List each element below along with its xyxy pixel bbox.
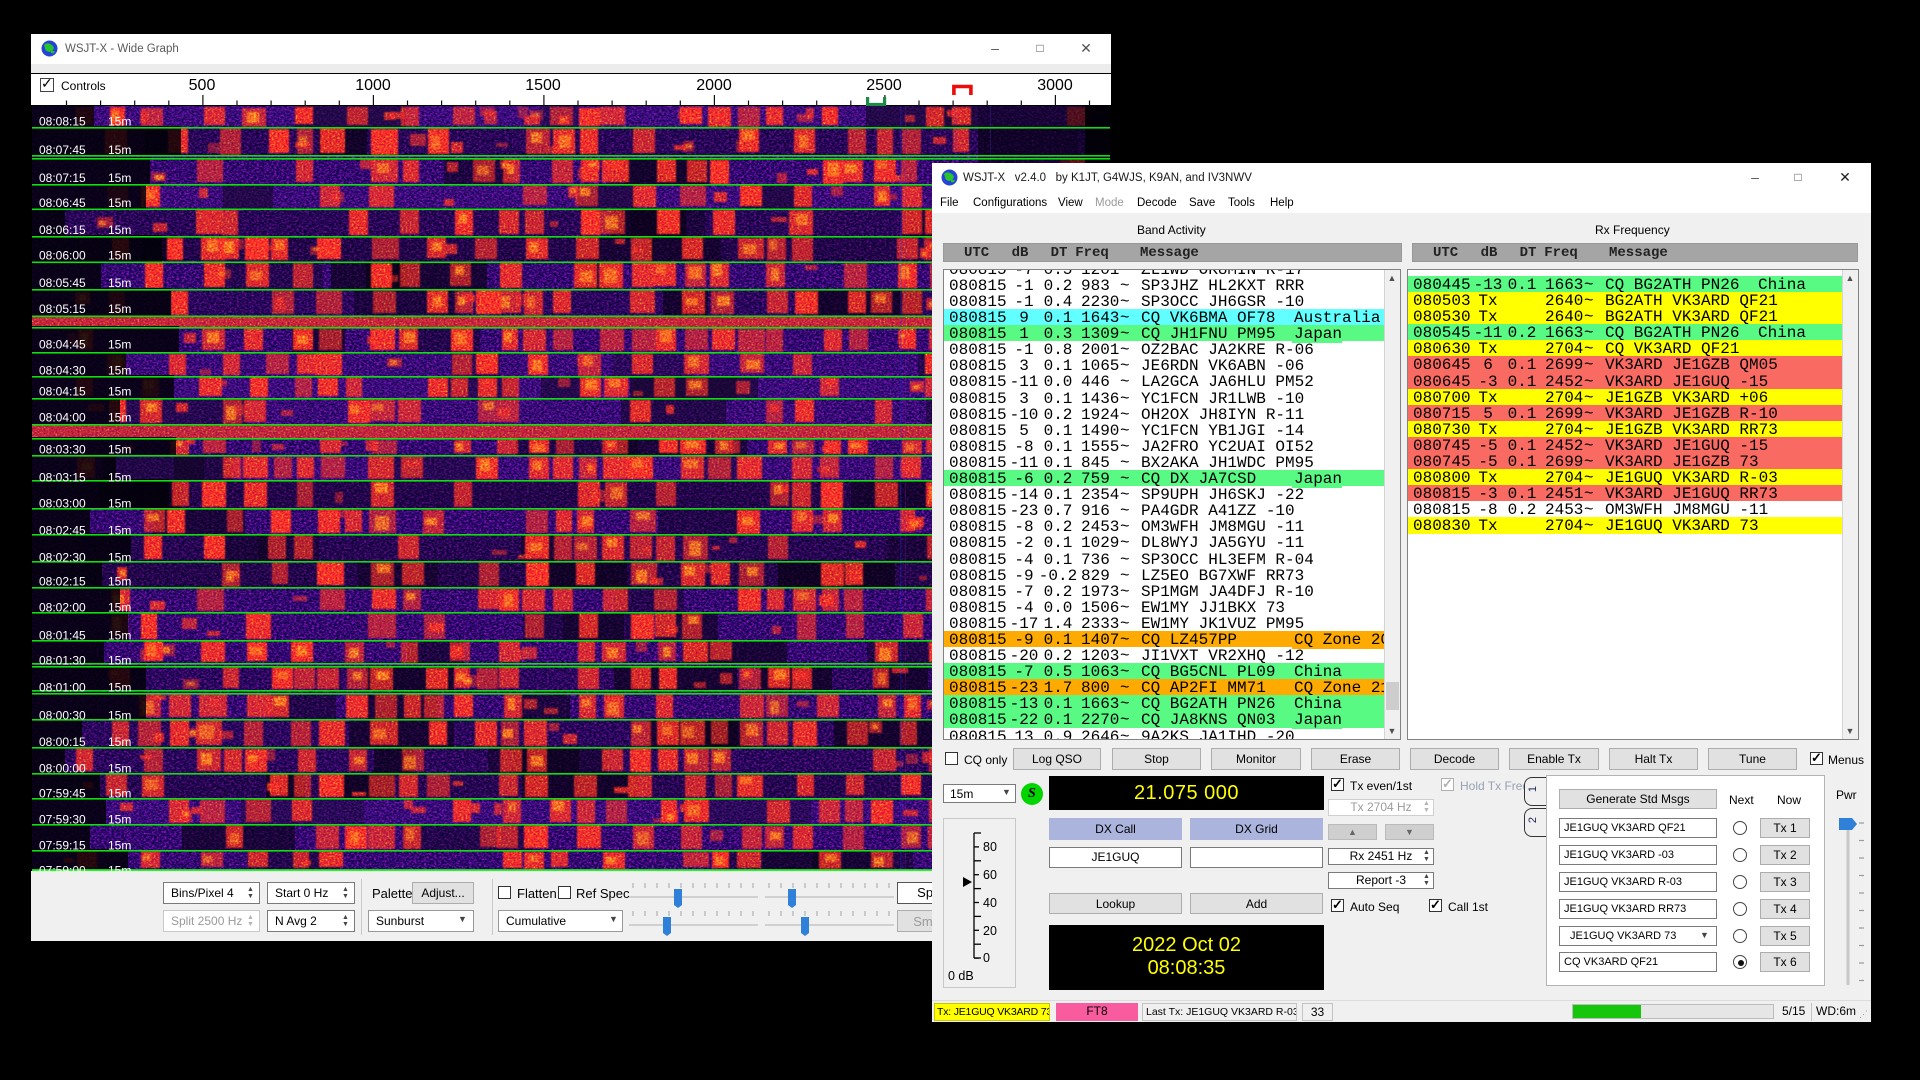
svg-text:15m: 15m [108,629,131,643]
svg-text:40: 40 [983,896,997,910]
svg-text:20: 20 [983,924,997,938]
svg-text:1000: 1000 [355,77,391,94]
svg-text:15m: 15m [108,276,131,290]
svg-text:15m: 15m [108,681,131,695]
svg-text:08:07:45: 08:07:45 [39,143,86,157]
svg-text:15m: 15m [108,471,131,485]
svg-text:3000: 3000 [1037,77,1073,94]
svg-text:15m: 15m [108,762,131,776]
svg-text:07:59:30: 07:59:30 [39,813,86,827]
svg-text:0: 0 [983,951,990,965]
svg-text:08:01:30: 08:01:30 [39,654,86,668]
svg-text:08:03:15: 08:03:15 [39,471,86,485]
svg-text:08:07:15: 08:07:15 [39,171,86,185]
svg-text:08:00:30: 08:00:30 [39,709,86,723]
svg-text:15m: 15m [108,601,131,615]
svg-text:80: 80 [983,840,997,854]
svg-text:2000: 2000 [696,77,732,94]
svg-text:08:05:45: 08:05:45 [39,276,86,290]
svg-text:15m: 15m [108,654,131,668]
svg-text:15m: 15m [108,443,131,457]
svg-text:15m: 15m [108,249,131,263]
svg-text:08:03:30: 08:03:30 [39,443,86,457]
svg-text:08:00:15: 08:00:15 [39,735,86,749]
svg-text:07:59:15: 07:59:15 [39,839,86,853]
svg-text:08:04:15: 08:04:15 [39,385,86,399]
svg-text:15m: 15m [108,524,131,538]
svg-text:60: 60 [983,868,997,882]
svg-text:08:02:30: 08:02:30 [39,551,86,565]
svg-text:15m: 15m [108,385,131,399]
svg-text:08:01:00: 08:01:00 [39,681,86,695]
svg-text:08:04:45: 08:04:45 [39,338,86,352]
svg-text:15m: 15m [108,551,131,565]
svg-text:08:01:45: 08:01:45 [39,629,86,643]
svg-text:15m: 15m [108,839,131,853]
svg-text:08:06:15: 08:06:15 [39,223,86,237]
svg-text:08:05:15: 08:05:15 [39,302,86,316]
svg-text:0 dB: 0 dB [948,969,974,983]
svg-text:500: 500 [189,77,216,94]
svg-text:15m: 15m [108,787,131,801]
svg-text:15m: 15m [108,302,131,316]
svg-text:15m: 15m [108,143,131,157]
svg-text:08:02:15: 08:02:15 [39,575,86,589]
svg-text:08:02:00: 08:02:00 [39,601,86,615]
svg-text:08:06:45: 08:06:45 [39,196,86,210]
svg-text:1500: 1500 [525,77,561,94]
svg-text:08:02:45: 08:02:45 [39,524,86,538]
svg-text:15m: 15m [108,223,131,237]
svg-text:15m: 15m [108,575,131,589]
svg-text:08:06:00: 08:06:00 [39,249,86,263]
svg-text:08:00:00: 08:00:00 [39,762,86,776]
svg-text:15m: 15m [108,364,131,378]
svg-text:15m: 15m [108,864,131,872]
svg-text:15m: 15m [108,196,131,210]
svg-text:15m: 15m [108,411,131,425]
svg-text:15m: 15m [108,497,131,511]
svg-text:07:59:00: 07:59:00 [39,864,86,872]
svg-text:08:04:00: 08:04:00 [39,411,86,425]
svg-text:15m: 15m [108,813,131,827]
svg-text:15m: 15m [108,115,131,129]
svg-text:08:04:30: 08:04:30 [39,364,86,378]
svg-text:15m: 15m [108,171,131,185]
svg-text:08:08:15: 08:08:15 [39,115,86,129]
svg-text:07:59:45: 07:59:45 [39,787,86,801]
svg-text:2500: 2500 [866,77,902,94]
svg-text:15m: 15m [108,338,131,352]
svg-text:08:03:00: 08:03:00 [39,497,86,511]
svg-text:15m: 15m [108,709,131,723]
svg-text:15m: 15m [108,735,131,749]
